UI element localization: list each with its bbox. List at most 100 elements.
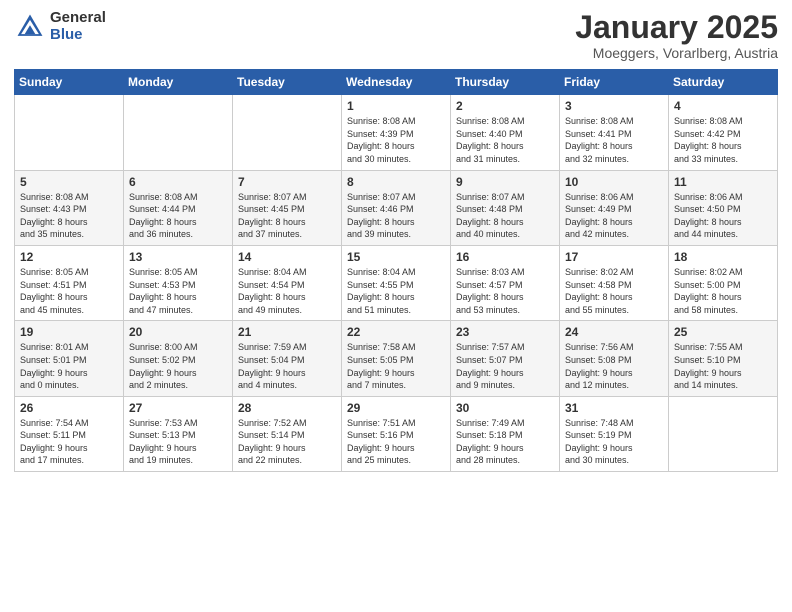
day-info: Sunrise: 8:02 AMSunset: 4:58 PMDaylight:… — [565, 266, 663, 316]
weekday-thursday: Thursday — [451, 70, 560, 95]
weekday-saturday: Saturday — [669, 70, 778, 95]
day-number: 10 — [565, 175, 663, 189]
day-cell: 7 Sunrise: 8:07 AMSunset: 4:45 PMDaylight… — [233, 170, 342, 245]
day-info: Sunrise: 7:58 AMSunset: 5:05 PMDaylight:… — [347, 341, 445, 391]
day-number: 22 — [347, 325, 445, 339]
day-info: Sunrise: 8:00 AMSunset: 5:02 PMDaylight:… — [129, 341, 227, 391]
day-cell — [669, 396, 778, 471]
logo-general: General — [50, 10, 106, 27]
day-info: Sunrise: 8:06 AMSunset: 4:49 PMDaylight:… — [565, 191, 663, 241]
day-info: Sunrise: 8:04 AMSunset: 4:55 PMDaylight:… — [347, 266, 445, 316]
day-cell: 10 Sunrise: 8:06 AMSunset: 4:49 PMDayligh… — [560, 170, 669, 245]
day-cell: 20Sunrise: 8:00 AMSunset: 5:02 PMDayligh… — [124, 321, 233, 396]
day-number: 7 — [238, 175, 336, 189]
day-number: 1 — [347, 99, 445, 113]
day-info: Sunrise: 8:02 AMSunset: 5:00 PMDaylight:… — [674, 266, 772, 316]
day-number: 21 — [238, 325, 336, 339]
day-cell: 18Sunrise: 8:02 AMSunset: 5:00 PMDayligh… — [669, 245, 778, 320]
day-info: Sunrise: 8:03 AMSunset: 4:57 PMDaylight:… — [456, 266, 554, 316]
day-info: Sunrise: 8:07 AMSunset: 4:46 PMDaylight:… — [347, 191, 445, 241]
day-number: 28 — [238, 401, 336, 415]
day-cell: 29 Sunrise: 7:51 AMSunset: 5:16 PMDayligh… — [342, 396, 451, 471]
day-number: 13 — [129, 250, 227, 264]
day-info: Sunrise: 7:57 AMSunset: 5:07 PMDaylight:… — [456, 341, 554, 391]
day-number: 17 — [565, 250, 663, 264]
day-cell: 1 Sunrise: 8:08 AMSunset: 4:39 PMDaylight… — [342, 95, 451, 170]
day-cell: 24Sunrise: 7:56 AMSunset: 5:08 PMDayligh… — [560, 321, 669, 396]
day-number: 2 — [456, 99, 554, 113]
day-cell: 16 Sunrise: 8:03 AMSunset: 4:57 PMDayligh… — [451, 245, 560, 320]
day-info: Sunrise: 8:08 AMSunset: 4:39 PMDaylight:… — [347, 115, 445, 165]
weekday-header-row: SundayMondayTuesdayWednesdayThursdayFrid… — [15, 70, 778, 95]
day-cell: 6Sunrise: 8:08 AMSunset: 4:44 PMDaylight… — [124, 170, 233, 245]
logo: General Blue — [14, 10, 106, 43]
weekday-monday: Monday — [124, 70, 233, 95]
day-cell: 3 Sunrise: 8:08 AMSunset: 4:41 PMDaylight… — [560, 95, 669, 170]
day-cell: 30 Sunrise: 7:49 AMSunset: 5:18 PMDayligh… — [451, 396, 560, 471]
weekday-tuesday: Tuesday — [233, 70, 342, 95]
day-info: Sunrise: 8:08 AMSunset: 4:44 PMDaylight:… — [129, 191, 227, 241]
weekday-sunday: Sunday — [15, 70, 124, 95]
weekday-friday: Friday — [560, 70, 669, 95]
day-info: Sunrise: 8:04 AMSunset: 4:54 PMDaylight:… — [238, 266, 336, 316]
day-number: 26 — [20, 401, 118, 415]
day-number: 15 — [347, 250, 445, 264]
day-number: 16 — [456, 250, 554, 264]
logo-text: General Blue — [50, 10, 106, 43]
day-info: Sunrise: 8:08 AMSunset: 4:42 PMDaylight:… — [674, 115, 772, 165]
day-cell: 9Sunrise: 8:07 AMSunset: 4:48 PMDaylight… — [451, 170, 560, 245]
day-info: Sunrise: 8:08 AMSunset: 4:43 PMDaylight:… — [20, 191, 118, 241]
day-info: Sunrise: 8:08 AMSunset: 4:41 PMDaylight:… — [565, 115, 663, 165]
header: General Blue January 2025 Moeggers, Vora… — [14, 10, 778, 61]
day-info: Sunrise: 7:54 AMSunset: 5:11 PMDaylight:… — [20, 417, 118, 467]
day-cell: 22 Sunrise: 7:58 AMSunset: 5:05 PMDayligh… — [342, 321, 451, 396]
day-info: Sunrise: 7:53 AMSunset: 5:13 PMDaylight:… — [129, 417, 227, 467]
day-cell: 15 Sunrise: 8:04 AMSunset: 4:55 PMDayligh… — [342, 245, 451, 320]
day-cell — [15, 95, 124, 170]
weekday-wednesday: Wednesday — [342, 70, 451, 95]
day-number: 4 — [674, 99, 772, 113]
day-cell: 14 Sunrise: 8:04 AMSunset: 4:54 PMDayligh… — [233, 245, 342, 320]
day-number: 30 — [456, 401, 554, 415]
day-number: 27 — [129, 401, 227, 415]
day-info: Sunrise: 7:59 AMSunset: 5:04 PMDaylight:… — [238, 341, 336, 391]
day-cell: 13Sunrise: 8:05 AMSunset: 4:53 PMDayligh… — [124, 245, 233, 320]
day-cell: 11Sunrise: 8:06 AMSunset: 4:50 PMDayligh… — [669, 170, 778, 245]
location-title: Moeggers, Vorarlberg, Austria — [575, 45, 778, 61]
day-number: 31 — [565, 401, 663, 415]
day-info: Sunrise: 7:52 AMSunset: 5:14 PMDaylight:… — [238, 417, 336, 467]
day-info: Sunrise: 8:07 AMSunset: 4:45 PMDaylight:… — [238, 191, 336, 241]
month-title: January 2025 — [575, 10, 778, 45]
day-number: 8 — [347, 175, 445, 189]
day-info: Sunrise: 7:55 AMSunset: 5:10 PMDaylight:… — [674, 341, 772, 391]
week-row-5: 26 Sunrise: 7:54 AMSunset: 5:11 PMDayligh… — [15, 396, 778, 471]
logo-blue: Blue — [50, 27, 106, 44]
day-info: Sunrise: 7:48 AMSunset: 5:19 PMDaylight:… — [565, 417, 663, 467]
day-number: 11 — [674, 175, 772, 189]
day-cell: 12Sunrise: 8:05 AMSunset: 4:51 PMDayligh… — [15, 245, 124, 320]
day-number: 29 — [347, 401, 445, 415]
calendar-page: General Blue January 2025 Moeggers, Vora… — [0, 0, 792, 612]
day-number: 25 — [674, 325, 772, 339]
day-cell: 2Sunrise: 8:08 AMSunset: 4:40 PMDaylight… — [451, 95, 560, 170]
day-cell — [233, 95, 342, 170]
day-info: Sunrise: 7:49 AMSunset: 5:18 PMDaylight:… — [456, 417, 554, 467]
day-cell: 17 Sunrise: 8:02 AMSunset: 4:58 PMDayligh… — [560, 245, 669, 320]
day-cell: 5 Sunrise: 8:08 AMSunset: 4:43 PMDaylight… — [15, 170, 124, 245]
day-number: 5 — [20, 175, 118, 189]
day-number: 14 — [238, 250, 336, 264]
day-info: Sunrise: 8:05 AMSunset: 4:51 PMDaylight:… — [20, 266, 118, 316]
day-number: 23 — [456, 325, 554, 339]
day-cell: 23 Sunrise: 7:57 AMSunset: 5:07 PMDayligh… — [451, 321, 560, 396]
day-cell: 26 Sunrise: 7:54 AMSunset: 5:11 PMDayligh… — [15, 396, 124, 471]
day-cell: 28 Sunrise: 7:52 AMSunset: 5:14 PMDayligh… — [233, 396, 342, 471]
day-cell: 25 Sunrise: 7:55 AMSunset: 5:10 PMDayligh… — [669, 321, 778, 396]
logo-icon — [14, 11, 46, 43]
day-number: 3 — [565, 99, 663, 113]
day-info: Sunrise: 8:07 AMSunset: 4:48 PMDaylight:… — [456, 191, 554, 241]
day-cell — [124, 95, 233, 170]
day-info: Sunrise: 7:51 AMSunset: 5:16 PMDaylight:… — [347, 417, 445, 467]
day-info: Sunrise: 7:56 AMSunset: 5:08 PMDaylight:… — [565, 341, 663, 391]
week-row-3: 12Sunrise: 8:05 AMSunset: 4:51 PMDayligh… — [15, 245, 778, 320]
day-info: Sunrise: 8:01 AMSunset: 5:01 PMDaylight:… — [20, 341, 118, 391]
